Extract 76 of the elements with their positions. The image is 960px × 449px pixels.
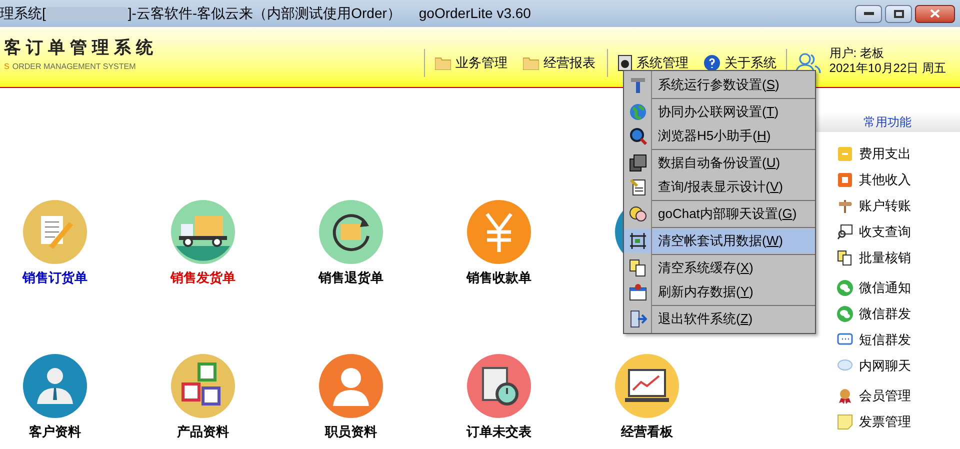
menu-item[interactable]: 系统运行参数设置(S): [624, 73, 815, 97]
function-shortcut[interactable]: 经营看板: [592, 354, 702, 441]
sidebar-item[interactable]: 微信群发: [837, 305, 960, 323]
businessman-icon: [23, 354, 87, 418]
laptop-chart-icon: [615, 354, 679, 418]
menu-item[interactable]: 退出软件系统(Z): [624, 307, 815, 331]
function-shortcut[interactable]: 订单未交表: [444, 354, 554, 441]
window-title: 理系统[: [0, 4, 46, 23]
medal-icon: [837, 388, 853, 404]
logo-subtitle: S ORDER MANAGEMENT SYSTEM: [4, 60, 137, 73]
magnifier-globe-icon: [629, 127, 647, 145]
truck-icon: [171, 200, 235, 264]
yen-icon: [467, 200, 531, 264]
folder-icon: [523, 56, 540, 70]
sidebar-item[interactable]: 批量核销: [837, 249, 960, 267]
person-icon: [319, 354, 383, 418]
minimize-icon: [864, 12, 874, 16]
folder-icon: [435, 56, 452, 70]
menu-item[interactable]: 浏览器H5小助手(H): [624, 124, 815, 148]
clipboard-stopwatch-icon: [467, 354, 531, 418]
pages-icon: [837, 250, 853, 266]
menu-item[interactable]: 刷新内存数据(Y): [624, 280, 815, 304]
function-shortcut[interactable]: 产品资料: [148, 354, 258, 441]
minimize-button[interactable]: [855, 4, 882, 22]
toy-blocks-icon: [171, 354, 235, 418]
sidebar-item[interactable]: 内网聊天: [837, 357, 960, 375]
minus-square-icon: [837, 146, 853, 162]
current-date: 2021年10月22日 周五: [829, 61, 946, 76]
report-design-icon: [629, 178, 647, 196]
message-icon: [837, 332, 853, 348]
logo-title: 客订单管理系统: [4, 37, 158, 60]
function-shortcut[interactable]: 职员资料: [296, 354, 406, 441]
nav-menu-item[interactable]: 经营报表: [523, 53, 596, 73]
notepad-pencil-icon: [23, 200, 87, 264]
window-refresh-icon: [629, 283, 647, 301]
function-shortcut[interactable]: 销售退货单: [296, 200, 406, 288]
menu-item[interactable]: 数据自动备份设置(U): [624, 151, 815, 175]
chat-bubbles-icon: [837, 306, 853, 322]
function-shortcut[interactable]: 销售发货单: [148, 200, 258, 288]
floppy-disks-icon: [629, 154, 647, 172]
nav-menu-item[interactable]: 业务管理: [435, 53, 508, 73]
magnifier-window-icon: [837, 224, 853, 240]
sticky-note-icon: [837, 414, 853, 430]
sidebar-item[interactable]: 会员管理: [837, 387, 960, 405]
maximize-button[interactable]: [885, 4, 912, 22]
menu-item[interactable]: 清空帐套试用数据(W): [624, 229, 815, 253]
maximize-icon: [894, 10, 904, 18]
pages-icon: [629, 259, 647, 277]
function-shortcut[interactable]: 销售收款单: [444, 200, 554, 288]
hammer-icon: [629, 76, 647, 94]
function-shortcut[interactable]: 客户资料: [0, 354, 110, 441]
globe-icon: [629, 103, 647, 121]
close-button[interactable]: [915, 4, 955, 22]
sidebar-item[interactable]: 微信通知: [837, 279, 960, 297]
circular-arrow-box-icon: [319, 200, 383, 264]
version-label: goOrderLite v3.60: [418, 4, 531, 23]
users-icon: [795, 52, 822, 74]
chat-bubbles-icon: [837, 280, 853, 296]
menu-item[interactable]: 清空系统缓存(X): [624, 256, 815, 280]
sidebar-item[interactable]: 费用支出: [837, 145, 960, 163]
signpost-icon: [837, 198, 853, 214]
sidebar-item[interactable]: 账户转账: [837, 197, 960, 215]
user-name: 用户: 老板: [829, 46, 885, 61]
frame-icon: [629, 232, 647, 250]
help-icon: [704, 55, 720, 71]
square-icon: [837, 172, 853, 188]
function-shortcut[interactable]: 销售订货单: [0, 200, 110, 288]
sidebar-item[interactable]: 发票管理: [837, 413, 960, 431]
menu-item[interactable]: 查询/报表显示设计(V): [624, 175, 815, 199]
close-icon: [930, 9, 940, 18]
window-title: ]-云客软件-客似云来（内部测试使用Order）: [128, 4, 401, 23]
sidebar-item[interactable]: 收支查询: [837, 223, 960, 241]
exit-door-icon: [629, 310, 647, 328]
sidebar-item[interactable]: 短信群发: [837, 331, 960, 349]
sidebar-item[interactable]: 其他收入: [837, 171, 960, 189]
sidebar-title: 常用功能: [815, 112, 960, 132]
